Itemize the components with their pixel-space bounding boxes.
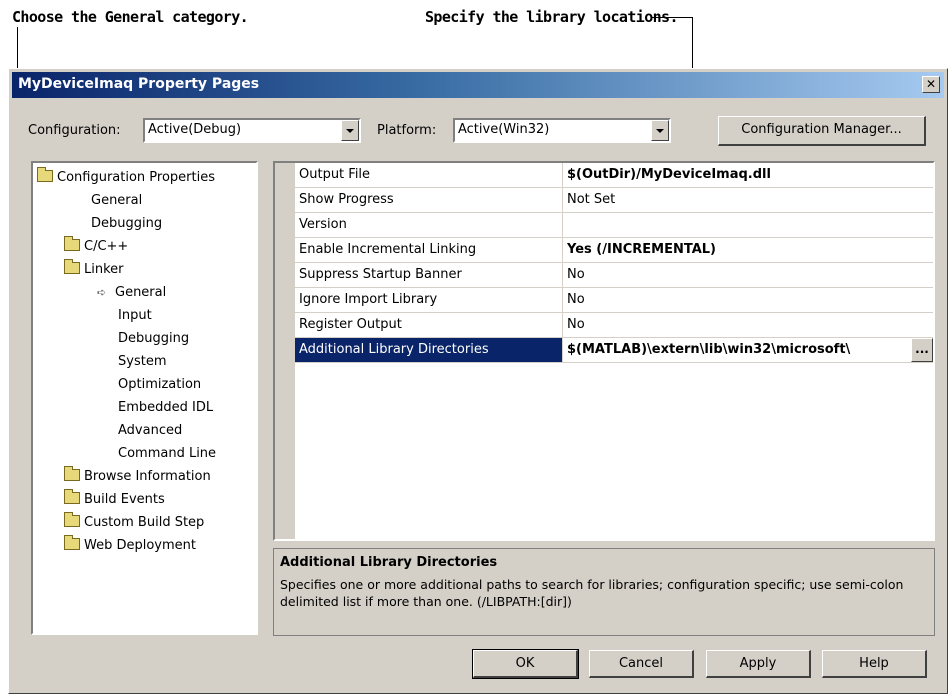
property-name: Register Output — [295, 313, 563, 337]
tree-item-web-deployment[interactable]: Web Deployment — [64, 535, 196, 557]
tree-item-configuration-properties[interactable]: Configuration Properties — [37, 167, 215, 189]
tree-item-command-line[interactable]: Command Line — [118, 443, 216, 465]
property-name: Version — [295, 213, 563, 237]
tree-item-label: C/C++ — [84, 239, 129, 254]
tree-item-embedded-idl[interactable]: Embedded IDL — [118, 397, 213, 419]
property-row-register-output[interactable]: Register Output No — [295, 313, 933, 338]
tree-item-optimization[interactable]: Optimization — [118, 374, 201, 396]
folder-icon — [64, 236, 80, 251]
property-value[interactable]: $(OutDir)/MyDeviceImaq.dll — [563, 163, 933, 187]
apply-button[interactable]: Apply — [706, 650, 811, 678]
folder-icon — [64, 466, 80, 481]
help-button[interactable]: Help — [822, 650, 927, 678]
platform-value: Active(Win32) — [458, 122, 550, 137]
title-bar[interactable]: MyDeviceImaq Property Pages ✕ — [12, 72, 944, 98]
window-title: MyDeviceImaq Property Pages — [18, 76, 260, 92]
folder-open-icon — [64, 259, 80, 274]
property-value[interactable]: No — [563, 313, 933, 337]
tree-item-label: Input — [118, 308, 152, 323]
tree-item-build-events[interactable]: Build Events — [64, 489, 165, 511]
cancel-button[interactable]: Cancel — [589, 650, 694, 678]
tree-item-linker[interactable]: Linker — [64, 259, 124, 281]
tree-item-label: Command Line — [118, 446, 217, 461]
description-title: Additional Library Directories — [280, 555, 498, 570]
property-value[interactable]: Not Set — [563, 188, 933, 212]
property-row-version[interactable]: Version — [295, 213, 933, 238]
folder-icon — [64, 512, 80, 527]
close-button[interactable]: ✕ — [922, 76, 940, 93]
ok-button[interactable]: OK — [472, 649, 579, 679]
property-value[interactable] — [563, 213, 933, 237]
tree-item-label: Optimization — [118, 377, 202, 392]
tree-item-input[interactable]: Input — [118, 305, 152, 327]
tree-item-system[interactable]: System — [118, 351, 166, 373]
folder-icon — [64, 489, 80, 504]
leader-line-right-horizontal — [652, 17, 692, 18]
arrow-right-icon: ➪ — [97, 286, 107, 299]
tree-item-general[interactable]: General — [91, 190, 142, 212]
tree-item-label: General — [91, 193, 143, 208]
property-value[interactable]: Yes (/INCREMENTAL) — [563, 238, 933, 262]
tree-item-label: Linker — [84, 262, 124, 277]
tree-item-label: Custom Build Step — [84, 515, 205, 530]
property-row-suppress-banner[interactable]: Suppress Startup Banner No — [295, 263, 933, 288]
tree-item-debugging[interactable]: Debugging — [91, 213, 162, 235]
tree-item-browse-information[interactable]: Browse Information — [64, 466, 211, 488]
grid-gutter — [275, 163, 295, 539]
property-value[interactable]: No — [563, 263, 933, 287]
close-icon: ✕ — [925, 77, 937, 91]
property-name: Ignore Import Library — [295, 288, 563, 312]
tree-item-label: General — [115, 285, 167, 300]
tree-item-linker-general[interactable]: ➪ General — [97, 282, 166, 304]
chevron-down-icon[interactable] — [341, 120, 359, 141]
platform-combo[interactable]: Active(Win32) — [453, 118, 671, 143]
folder-icon — [64, 535, 80, 550]
callout-specify-library: Specify the library locations. — [425, 8, 679, 26]
property-name: Enable Incremental Linking — [295, 238, 563, 262]
property-value[interactable]: $(MATLAB)\extern\lib\win32\microsoft\ — [563, 338, 911, 362]
property-name: Output File — [295, 163, 563, 187]
property-grid: Output File $(OutDir)/MyDeviceImaq.dll S… — [273, 161, 935, 541]
tree-item-linker-debugging[interactable]: Debugging — [118, 328, 189, 350]
property-row-ignore-import-library[interactable]: Ignore Import Library No — [295, 288, 933, 313]
platform-label: Platform: — [377, 123, 437, 138]
browse-ellipsis-button[interactable]: ... — [911, 338, 933, 362]
tree-item-advanced[interactable]: Advanced — [118, 420, 182, 442]
tree-item-label: System — [118, 354, 167, 369]
configuration-label: Configuration: — [28, 123, 121, 138]
tree-item-label: Web Deployment — [84, 538, 196, 553]
property-row-output-file[interactable]: Output File $(OutDir)/MyDeviceImaq.dll — [295, 163, 933, 188]
tree-item-c-cpp[interactable]: C/C++ — [64, 236, 128, 258]
chevron-down-icon[interactable] — [651, 120, 669, 141]
callout-choose-general: Choose the General category. — [12, 8, 249, 26]
property-value[interactable]: No — [563, 288, 933, 312]
tree-item-label: Debugging — [91, 216, 163, 231]
tree-item-label: Embedded IDL — [118, 400, 214, 415]
tree-item-label: Advanced — [118, 423, 183, 438]
tree-item-custom-build-step[interactable]: Custom Build Step — [64, 512, 204, 534]
property-row-additional-library-directories[interactable]: Additional Library Directories $(MATLAB)… — [295, 338, 933, 363]
folder-open-icon — [37, 167, 53, 182]
configuration-value: Active(Debug) — [148, 122, 242, 137]
tree-item-label: Build Events — [84, 492, 165, 507]
property-row-show-progress[interactable]: Show Progress Not Set — [295, 188, 933, 213]
property-name: Additional Library Directories — [295, 338, 563, 362]
configuration-combo[interactable]: Active(Debug) — [143, 118, 361, 143]
description-panel: Additional Library Directories Specifies… — [273, 548, 935, 636]
configuration-manager-button[interactable]: Configuration Manager... — [718, 116, 926, 146]
tree-item-label: Debugging — [118, 331, 190, 346]
tree-item-label: Configuration Properties — [57, 170, 215, 185]
property-row-incremental-linking[interactable]: Enable Incremental Linking Yes (/INCREME… — [295, 238, 933, 263]
property-name: Suppress Startup Banner — [295, 263, 563, 287]
tree-item-label: Browse Information — [84, 469, 211, 484]
category-tree: Configuration Properties General Debuggi… — [31, 161, 258, 635]
property-name: Show Progress — [295, 188, 563, 212]
description-text: Specifies one or more additional paths t… — [280, 577, 904, 609]
